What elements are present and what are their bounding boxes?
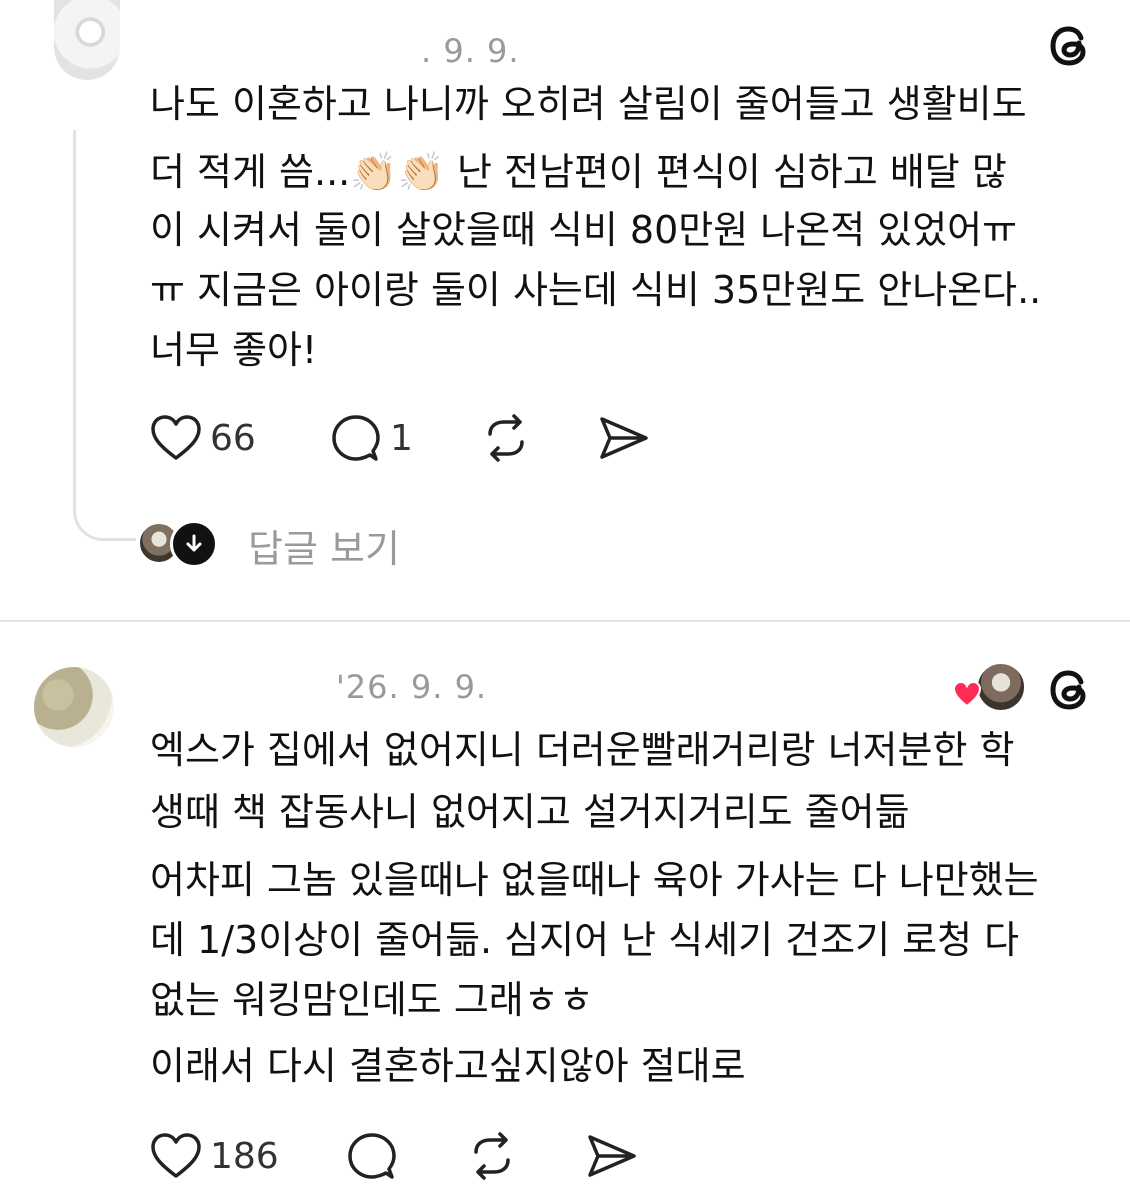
repost-icon xyxy=(488,414,524,462)
arrow-down-icon xyxy=(170,520,218,568)
thread-connector-line xyxy=(73,130,76,510)
send-icon xyxy=(588,1135,636,1177)
like-button[interactable]: 66 xyxy=(150,410,256,466)
thread-post: . 9. 9. 나도 이혼하고 나니까 오히려 살림이 줄어들고 생활비도 더 … xyxy=(0,0,1130,620)
share-button[interactable] xyxy=(586,1128,638,1184)
like-button[interactable]: 186 xyxy=(150,1128,279,1184)
reply-button[interactable] xyxy=(346,1128,398,1184)
repost-icon xyxy=(474,1132,510,1180)
post-text-line: 이 시켜서 둘이 살았을때 식비 80만원 나온적 있었어ㅠ xyxy=(150,208,1018,252)
comment-bubble-icon xyxy=(348,1133,396,1179)
author-avatar[interactable] xyxy=(34,667,114,747)
threads-logo-icon[interactable] xyxy=(1043,20,1095,72)
heart-filled-icon xyxy=(952,680,982,708)
send-icon xyxy=(600,417,648,459)
post-date: . 9. 9. xyxy=(388,32,520,70)
author-avatar[interactable] xyxy=(54,0,120,80)
post-text-line: 이래서 다시 결혼하고싶지않아 절대로 xyxy=(150,1044,746,1088)
view-replies-label: 답글 보기 xyxy=(248,527,400,571)
share-button[interactable] xyxy=(598,410,650,466)
heart-icon xyxy=(151,1133,201,1178)
reply-button[interactable]: 1 xyxy=(330,410,413,466)
post-date: '26. 9. 9. xyxy=(336,668,488,706)
post-text-line: 생때 책 잡동사니 없어지고 설거지거리도 줄어듦 xyxy=(150,790,910,834)
comment-bubble-icon xyxy=(332,415,380,461)
thread-connector-curve xyxy=(73,470,136,541)
like-count: 186 xyxy=(210,1135,279,1177)
liked-by-indicator[interactable] xyxy=(952,662,1026,712)
repost-button[interactable] xyxy=(466,1128,518,1184)
liker-avatar xyxy=(976,662,1026,712)
threads-logo-icon[interactable] xyxy=(1043,664,1095,716)
post-text-line: 더 적게 씀...👏🏻👏🏻 난 전남편이 편식이 심하고 배달 많 xyxy=(150,150,1007,194)
post-text-line: 너무 좋아! xyxy=(150,328,318,372)
post-text-line: ㅠ 지금은 아이랑 둘이 사는데 식비 35만원도 안나온다.. xyxy=(150,268,1042,312)
post-text-line: 어차피 그놈 있을때나 없을때나 육아 가사는 다 나만했는 xyxy=(150,858,1039,902)
post-text-line: 없는 워킹맘인데도 그래ㅎㅎ xyxy=(150,978,594,1022)
reply-count: 1 xyxy=(390,417,413,459)
heart-icon xyxy=(151,415,201,460)
like-count: 66 xyxy=(210,417,256,459)
thread-post: '26. 9. 9. 엑스가 집에서 없어지니 더러운빨래거리랑 너저분한 학 … xyxy=(0,622,1130,1200)
repost-button[interactable] xyxy=(480,410,532,466)
post-text-line: 데 1/3이상이 줄어듦. 심지어 난 식세기 건조기 로청 다 xyxy=(150,918,1020,962)
post-text-line: 나도 이혼하고 나니까 오히려 살림이 줄어들고 생활비도 xyxy=(150,82,1027,126)
post-text-line: 엑스가 집에서 없어지니 더러운빨래거리랑 너저분한 학 xyxy=(150,728,1015,772)
